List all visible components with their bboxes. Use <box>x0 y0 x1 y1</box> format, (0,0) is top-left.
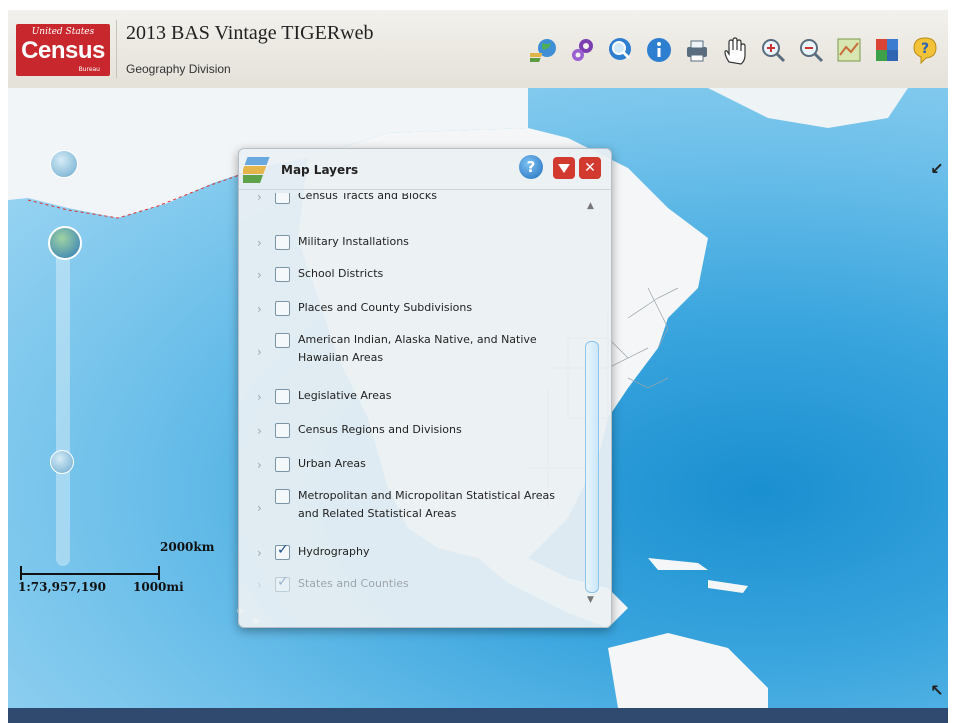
layer-label: Urban Areas <box>298 457 366 470</box>
layer-label: Places and County Subdivisions <box>298 301 473 314</box>
layer-checkbox[interactable] <box>275 457 290 472</box>
layer-list: › Census Tracts and Blocks › Military In… <box>257 193 577 599</box>
layer-row[interactable]: › States and Counties <box>257 574 577 593</box>
layer-row[interactable]: › Hydrography <box>257 542 577 561</box>
layer-checkbox[interactable] <box>275 489 290 504</box>
layers-panel-icon <box>243 157 270 183</box>
expand-chevron-icon[interactable]: › <box>257 268 271 282</box>
layer-row[interactable]: › Legislative Areas <box>257 387 577 405</box>
overview-expand-icon[interactable]: ↙ <box>928 160 946 178</box>
layer-label: Census Regions and Divisions <box>298 423 462 436</box>
scale-ratio-label: 1:73,957,190 <box>18 580 106 594</box>
app-title: 2013 BAS Vintage TIGERweb <box>126 22 374 44</box>
pan-hand-icon[interactable] <box>718 33 752 67</box>
expand-chevron-icon[interactable]: › <box>257 546 271 560</box>
layer-label: Hydrography <box>298 545 370 558</box>
layer-checkbox[interactable] <box>275 389 290 404</box>
layer-checkbox[interactable] <box>275 301 290 316</box>
layer-label: Metropolitan and Micropolitan Statistica… <box>298 489 555 520</box>
layer-row[interactable]: › American Indian, Alaska Native, and Na… <box>257 331 577 367</box>
layer-checkbox[interactable] <box>275 542 290 560</box>
zoom-out-icon[interactable] <box>794 33 828 67</box>
zoom-in-icon[interactable] <box>756 33 790 67</box>
census-logo[interactable]: United States Census Bureau <box>16 24 110 76</box>
app-subtitle: Geography Division <box>126 62 231 76</box>
layer-checkbox[interactable] <box>275 574 290 592</box>
layer-row[interactable]: › Urban Areas <box>257 455 577 473</box>
expand-chevron-icon[interactable]: › <box>257 193 271 204</box>
panel-header[interactable]: Map Layers ? ✕ <box>239 149 611 190</box>
expand-chevron-icon[interactable]: › <box>257 424 271 438</box>
overview-collapse-icon[interactable]: ↖ <box>928 682 946 700</box>
scroll-down-arrow-icon[interactable]: ▼ <box>587 595 594 605</box>
layers-globe-icon[interactable] <box>528 33 562 67</box>
zoom-slider-handle[interactable] <box>48 226 82 260</box>
search-icon[interactable] <box>604 33 638 67</box>
layer-checkbox[interactable] <box>275 423 290 438</box>
panel-close-button[interactable]: ✕ <box>579 157 601 179</box>
layer-row[interactable]: › Census Regions and Divisions <box>257 421 577 439</box>
scale-bar-line <box>20 573 160 575</box>
toolbar: ? <box>528 26 942 74</box>
expand-chevron-icon[interactable]: › <box>257 302 271 316</box>
scale-mi-label: 1000mi <box>133 580 184 594</box>
panel-help-button[interactable]: ? <box>519 155 543 179</box>
logo-main-text: Census <box>21 37 105 64</box>
map-layers-panel: Map Layers ? ✕ › Census Tracts and Block… <box>238 148 612 628</box>
tools-gears-icon[interactable] <box>566 33 600 67</box>
expand-chevron-icon[interactable]: › <box>257 345 271 359</box>
layer-label: Legislative Areas <box>298 389 392 402</box>
zoom-slider-track[interactable] <box>56 236 70 566</box>
expand-chevron-icon[interactable]: › <box>257 501 271 515</box>
expand-chevron-icon[interactable]: › <box>257 458 271 472</box>
logo-top-text: United States <box>31 27 95 37</box>
scale-km-label: 2000km <box>160 540 215 554</box>
help-icon[interactable]: ? <box>908 33 942 67</box>
layer-checkbox[interactable] <box>275 235 290 250</box>
panel-collapse-button[interactable] <box>553 157 575 179</box>
expand-chevron-icon[interactable]: › <box>257 390 271 404</box>
layer-row[interactable]: › Metropolitan and Micropolitan Statisti… <box>257 487 577 523</box>
info-icon[interactable] <box>642 33 676 67</box>
layer-row[interactable]: › Places and County Subdivisions <box>257 299 577 317</box>
layer-row[interactable]: › Census Tracts and Blocks <box>257 193 577 205</box>
layer-checkbox[interactable] <box>275 193 290 204</box>
expand-chevron-icon[interactable]: › <box>257 578 271 592</box>
app-header: United States Census Bureau 2013 BAS Vin… <box>8 10 948 89</box>
header-divider <box>116 20 117 78</box>
layer-row[interactable]: › School Districts <box>257 265 577 283</box>
layer-list-scrollbar[interactable] <box>585 341 599 593</box>
layer-label: States and Counties <box>298 577 409 590</box>
basemap-icon[interactable] <box>832 33 866 67</box>
zoom-out-slider-button[interactable] <box>50 450 74 474</box>
scale-bar-tick-right <box>158 566 160 580</box>
svg-text:?: ? <box>921 41 929 57</box>
logo-bottom-text: Bureau <box>78 66 100 73</box>
panel-title: Map Layers <box>281 163 359 177</box>
layer-label: Military Installations <box>298 235 409 248</box>
layer-checkbox[interactable] <box>275 333 290 348</box>
expand-chevron-icon[interactable]: › <box>257 236 271 250</box>
layer-label: School Districts <box>298 267 384 280</box>
chevron-down-icon <box>558 164 570 173</box>
layer-checkbox[interactable] <box>275 267 290 282</box>
layer-label: Census Tracts and Blocks <box>298 193 437 202</box>
print-icon[interactable] <box>680 33 714 67</box>
zoom-in-slider-button[interactable] <box>50 150 78 178</box>
layer-row[interactable]: › Military Installations <box>257 233 577 251</box>
footer-bar <box>8 708 948 723</box>
puzzle-icon[interactable] <box>870 33 904 67</box>
layer-label: American Indian, Alaska Native, and Nati… <box>298 333 537 364</box>
scroll-up-arrow-icon[interactable]: ▲ <box>587 201 594 211</box>
